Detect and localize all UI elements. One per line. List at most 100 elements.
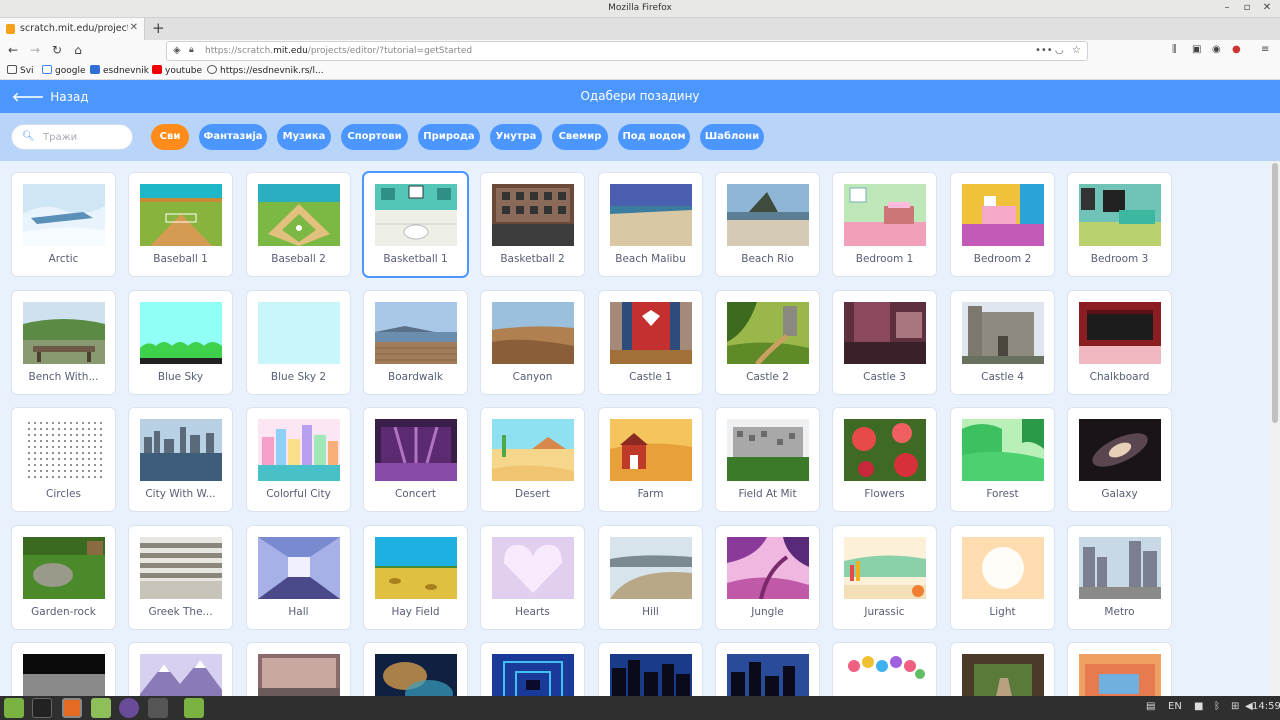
scrollbar[interactable]: [1270, 161, 1280, 696]
backdrop-card[interactable]: Flowers: [832, 407, 937, 512]
bookmark-esdnevnik[interactable]: esdnevnik: [90, 65, 149, 76]
browser-tab[interactable]: scratch.mit.edu/projects/e ✕: [0, 18, 145, 40]
firefox-icon[interactable]: [62, 698, 82, 718]
backdrop-card[interactable]: Beach Rio: [715, 172, 820, 277]
backdrop-card[interactable]: Hay Field: [363, 525, 468, 630]
bookmark-esdnevnik-link[interactable]: https://esdnevnik.rs/l...: [207, 65, 324, 76]
library-icon[interactable]: ⫼: [1172, 44, 1177, 55]
sidebar-icon[interactable]: ▣: [1192, 44, 1201, 55]
shield-icon[interactable]: ◈: [173, 45, 181, 56]
backdrop-card[interactable]: Bedroom 3: [1067, 172, 1172, 277]
reload-icon[interactable]: ↻: [49, 43, 65, 57]
clock[interactable]: 14:59: [1252, 701, 1280, 712]
backdrop-card[interactable]: [480, 642, 585, 696]
backdrop-card[interactable]: [1067, 642, 1172, 696]
terminal-icon[interactable]: [32, 698, 52, 718]
backdrop-card[interactable]: Greek The...: [128, 525, 233, 630]
minimize-icon[interactable]: –: [1220, 2, 1234, 13]
backdrop-card[interactable]: Baseball 2: [246, 172, 351, 277]
folder-app-icon[interactable]: [184, 698, 204, 718]
screen-recorder-icon[interactable]: [119, 698, 139, 718]
backdrop-card[interactable]: [598, 642, 703, 696]
backdrop-card[interactable]: Bench With...: [11, 290, 116, 395]
lock-icon[interactable]: 🔒︎: [189, 45, 194, 55]
backdrop-card[interactable]: Arctic: [11, 172, 116, 277]
backdrop-card[interactable]: Boardwalk: [363, 290, 468, 395]
filter-chip[interactable]: Свемир: [552, 124, 608, 150]
backdrop-card[interactable]: [832, 642, 937, 696]
backdrop-card[interactable]: Hearts: [480, 525, 585, 630]
mint-menu-icon[interactable]: [4, 698, 24, 718]
backdrop-card[interactable]: Blue Sky: [128, 290, 233, 395]
backdrop-card[interactable]: Bedroom 2: [950, 172, 1055, 277]
camera-icon[interactable]: ■: [1194, 701, 1203, 712]
keyboard-lang[interactable]: EN: [1168, 701, 1182, 712]
bookmark-google[interactable]: google: [42, 65, 85, 76]
filter-chip[interactable]: Музика: [277, 124, 331, 150]
backdrop-card[interactable]: Jungle: [715, 525, 820, 630]
filter-chip[interactable]: Шаблони: [700, 124, 764, 150]
backdrop-card[interactable]: Castle 2: [715, 290, 820, 395]
bluetooth-icon[interactable]: ᛒ: [1214, 701, 1220, 712]
backdrop-card[interactable]: Baseball 1: [128, 172, 233, 277]
backdrop-card[interactable]: Hall: [246, 525, 351, 630]
backdrop-card[interactable]: Forest: [950, 407, 1055, 512]
backdrop-card[interactable]: Basketball 2: [480, 172, 585, 277]
backdrop-card[interactable]: Castle 1: [598, 290, 703, 395]
backdrop-card[interactable]: Field At Mit: [715, 407, 820, 512]
account-icon[interactable]: ◉: [1212, 44, 1221, 55]
flag-icon[interactable]: ▤: [1146, 701, 1155, 712]
backdrop-card[interactable]: Galaxy: [1067, 407, 1172, 512]
backdrop-card[interactable]: Castle 3: [832, 290, 937, 395]
tab-close-icon[interactable]: ✕: [130, 22, 138, 33]
backdrop-card[interactable]: Castle 4: [950, 290, 1055, 395]
backdrop-card[interactable]: Circles: [11, 407, 116, 512]
app-icon[interactable]: [148, 698, 168, 718]
filter-chip[interactable]: Под водом: [618, 124, 690, 150]
backdrop-card[interactable]: Desert: [480, 407, 585, 512]
url-bar[interactable]: ◈ 🔒︎ https://scratch.mit.edu/projects/ed…: [166, 41, 1088, 61]
backdrop-card[interactable]: [950, 642, 1055, 696]
page-actions-icon[interactable]: •••: [1035, 45, 1053, 56]
new-tab-icon[interactable]: +: [152, 19, 165, 37]
network-icon[interactable]: ⊞: [1231, 701, 1239, 712]
backdrop-card[interactable]: [246, 642, 351, 696]
scrollbar-thumb[interactable]: [1272, 163, 1278, 423]
filter-chip[interactable]: Унутра: [490, 124, 542, 150]
backdrop-card[interactable]: Bedroom 1: [832, 172, 937, 277]
backdrop-card[interactable]: [11, 642, 116, 696]
pocket-icon[interactable]: ◡: [1055, 45, 1064, 56]
backdrop-card[interactable]: Beach Malibu: [598, 172, 703, 277]
files-icon[interactable]: [91, 698, 111, 718]
backdrop-card[interactable]: Jurassic: [832, 525, 937, 630]
backdrop-card[interactable]: Concert: [363, 407, 468, 512]
filter-chip[interactable]: Природа: [418, 124, 480, 150]
backdrop-card[interactable]: Metro: [1067, 525, 1172, 630]
backdrop-card[interactable]: Basketball 1: [363, 172, 468, 277]
filter-chip[interactable]: Спортови: [341, 124, 408, 150]
filter-chip[interactable]: Фантазија: [199, 124, 267, 150]
forward-icon[interactable]: →: [27, 43, 43, 57]
backdrop-card[interactable]: [363, 642, 468, 696]
bookmark-youtube[interactable]: youtube: [152, 65, 202, 76]
home-icon[interactable]: ⌂: [70, 43, 86, 57]
menu-icon[interactable]: ≡: [1261, 44, 1269, 55]
bookmark-star-icon[interactable]: ☆: [1072, 45, 1081, 56]
backdrop-card[interactable]: Light: [950, 525, 1055, 630]
backdrop-card[interactable]: Farm: [598, 407, 703, 512]
extension-icon[interactable]: ●: [1232, 44, 1241, 55]
bookmark-folder-svi[interactable]: Svi: [7, 65, 34, 76]
back-icon[interactable]: ←: [5, 43, 21, 57]
close-window-icon[interactable]: ✕: [1260, 2, 1274, 13]
backdrop-card[interactable]: Garden-rock: [11, 525, 116, 630]
backdrop-card[interactable]: [715, 642, 820, 696]
backdrop-card[interactable]: Chalkboard: [1067, 290, 1172, 395]
backdrop-card[interactable]: City With W...: [128, 407, 233, 512]
maximize-icon[interactable]: ▫: [1240, 2, 1254, 13]
backdrop-card[interactable]: Colorful City: [246, 407, 351, 512]
backdrop-card[interactable]: [128, 642, 233, 696]
filter-chip[interactable]: Сви: [151, 124, 189, 150]
backdrop-card[interactable]: Blue Sky 2: [246, 290, 351, 395]
search-input[interactable]: 🔍︎ Тражи: [11, 124, 133, 150]
backdrop-card[interactable]: Hill: [598, 525, 703, 630]
